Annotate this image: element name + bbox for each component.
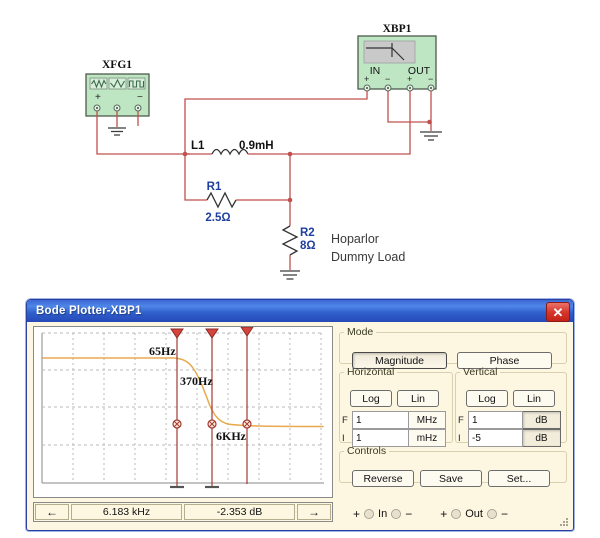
vertical-final-input[interactable]: 1 xyxy=(468,411,523,429)
horizontal-final-input[interactable]: 1 xyxy=(352,411,409,429)
in-minus-terminal[interactable] xyxy=(391,509,401,519)
xbp1-in-label: IN xyxy=(370,65,381,77)
bode-plotter-window[interactable]: Bode Plotter-XBP1 ✕ xyxy=(26,299,574,531)
readout-magnitude: -2.353 dB xyxy=(184,504,295,520)
xbp1-in-minus-label: − xyxy=(385,74,390,84)
out-minus-label: − xyxy=(501,507,508,521)
xbp1-out-plus-label: + xyxy=(407,74,412,84)
xfg1-pin-plus-label: + xyxy=(95,92,101,103)
mode-group-legend: Mode xyxy=(344,326,376,338)
out-plus-label: + xyxy=(440,507,447,521)
circuit-schematic-area: XFG1 + − xyxy=(0,0,600,292)
vertical-final-row: F 1 dB xyxy=(458,411,562,429)
annotation-65hz: 65Hz xyxy=(149,344,176,358)
l1-ref-label: L1 xyxy=(191,140,205,152)
vertical-final-tag: F xyxy=(458,411,468,429)
in-terminal-group: + In − xyxy=(353,507,412,521)
vertical-log-button[interactable]: Log xyxy=(466,390,508,407)
resize-grip[interactable] xyxy=(560,518,570,528)
xfg1-ref-label: XFG1 xyxy=(102,59,132,71)
annotation-dummy-load: Dummy Load xyxy=(331,250,405,264)
in-minus-label: − xyxy=(405,507,412,521)
out-label: Out xyxy=(465,508,483,520)
window-title: Bode Plotter-XBP1 xyxy=(36,305,142,317)
control-panel: Mode Magnitude Phase Horizontal Log Lin … xyxy=(339,326,567,526)
horizontal-log-button[interactable]: Log xyxy=(350,390,392,407)
readout-frequency: 6.183 kHz xyxy=(71,504,182,520)
r1-ref-label: R1 xyxy=(207,181,222,193)
controls-group: Controls Reverse Save Set... xyxy=(339,445,567,483)
out-plus-terminal[interactable] xyxy=(451,509,461,519)
sine-wave-icon xyxy=(90,78,107,89)
annotation-hoparlor: Hoparlor xyxy=(331,232,379,246)
annotation-370hz: 370Hz xyxy=(180,374,213,388)
bode-response-icon xyxy=(364,41,415,63)
annotation-6khz: 6KHz xyxy=(216,429,247,443)
cursor-right-button[interactable]: → xyxy=(297,504,331,520)
plot-canvas[interactable]: 65Hz 370Hz 6KHz xyxy=(33,326,333,498)
vertical-final-unit[interactable]: dB xyxy=(523,411,561,429)
save-button[interactable]: Save xyxy=(420,470,482,487)
xbp1-ref-label: XBP1 xyxy=(383,23,412,35)
r1-value-label: 2.5Ω xyxy=(205,212,230,224)
horizontal-group: Horizontal Log Lin F 1 MHz I 1 mHz xyxy=(339,366,453,443)
horizontal-final-unit[interactable]: MHz xyxy=(409,411,446,429)
r2-ref-label: R2 xyxy=(300,227,315,239)
controls-group-legend: Controls xyxy=(344,445,389,457)
l1-value-label: 0.9mH xyxy=(239,140,274,152)
horizontal-final-tag: F xyxy=(342,411,352,429)
horizontal-lin-button[interactable]: Lin xyxy=(397,390,439,407)
close-icon[interactable]: ✕ xyxy=(546,302,570,322)
vertical-lin-button[interactable]: Lin xyxy=(513,390,555,407)
xbp1-in-plus-label: + xyxy=(364,74,369,84)
cursor-left-button[interactable]: ← xyxy=(35,504,69,520)
r2-value-label: 8Ω xyxy=(300,240,316,252)
horizontal-group-legend: Horizontal xyxy=(344,366,397,378)
set-button[interactable]: Set... xyxy=(488,470,550,487)
vertical-group: Vertical Log Lin F 1 dB I -5 dB xyxy=(455,366,567,443)
in-plus-terminal[interactable] xyxy=(364,509,374,519)
mode-group: Mode Magnitude Phase xyxy=(339,326,567,364)
out-terminal-group: + Out − xyxy=(440,507,508,521)
reverse-button[interactable]: Reverse xyxy=(352,470,414,487)
vertical-group-legend: Vertical xyxy=(460,366,500,378)
junction-dot xyxy=(427,120,432,125)
xbp1-out-minus-label: − xyxy=(428,74,433,84)
cursor-readout-bar: ← 6.183 kHz -2.353 dB → xyxy=(33,502,333,522)
out-minus-terminal[interactable] xyxy=(487,509,497,519)
in-plus-label: + xyxy=(353,507,360,521)
window-titlebar[interactable]: Bode Plotter-XBP1 ✕ xyxy=(27,300,573,322)
in-label: In xyxy=(378,508,387,520)
horizontal-final-row: F 1 MHz xyxy=(342,411,447,429)
xfg1-pin-minus-label: − xyxy=(137,92,143,103)
terminals-row: + In − + Out − xyxy=(339,504,567,524)
